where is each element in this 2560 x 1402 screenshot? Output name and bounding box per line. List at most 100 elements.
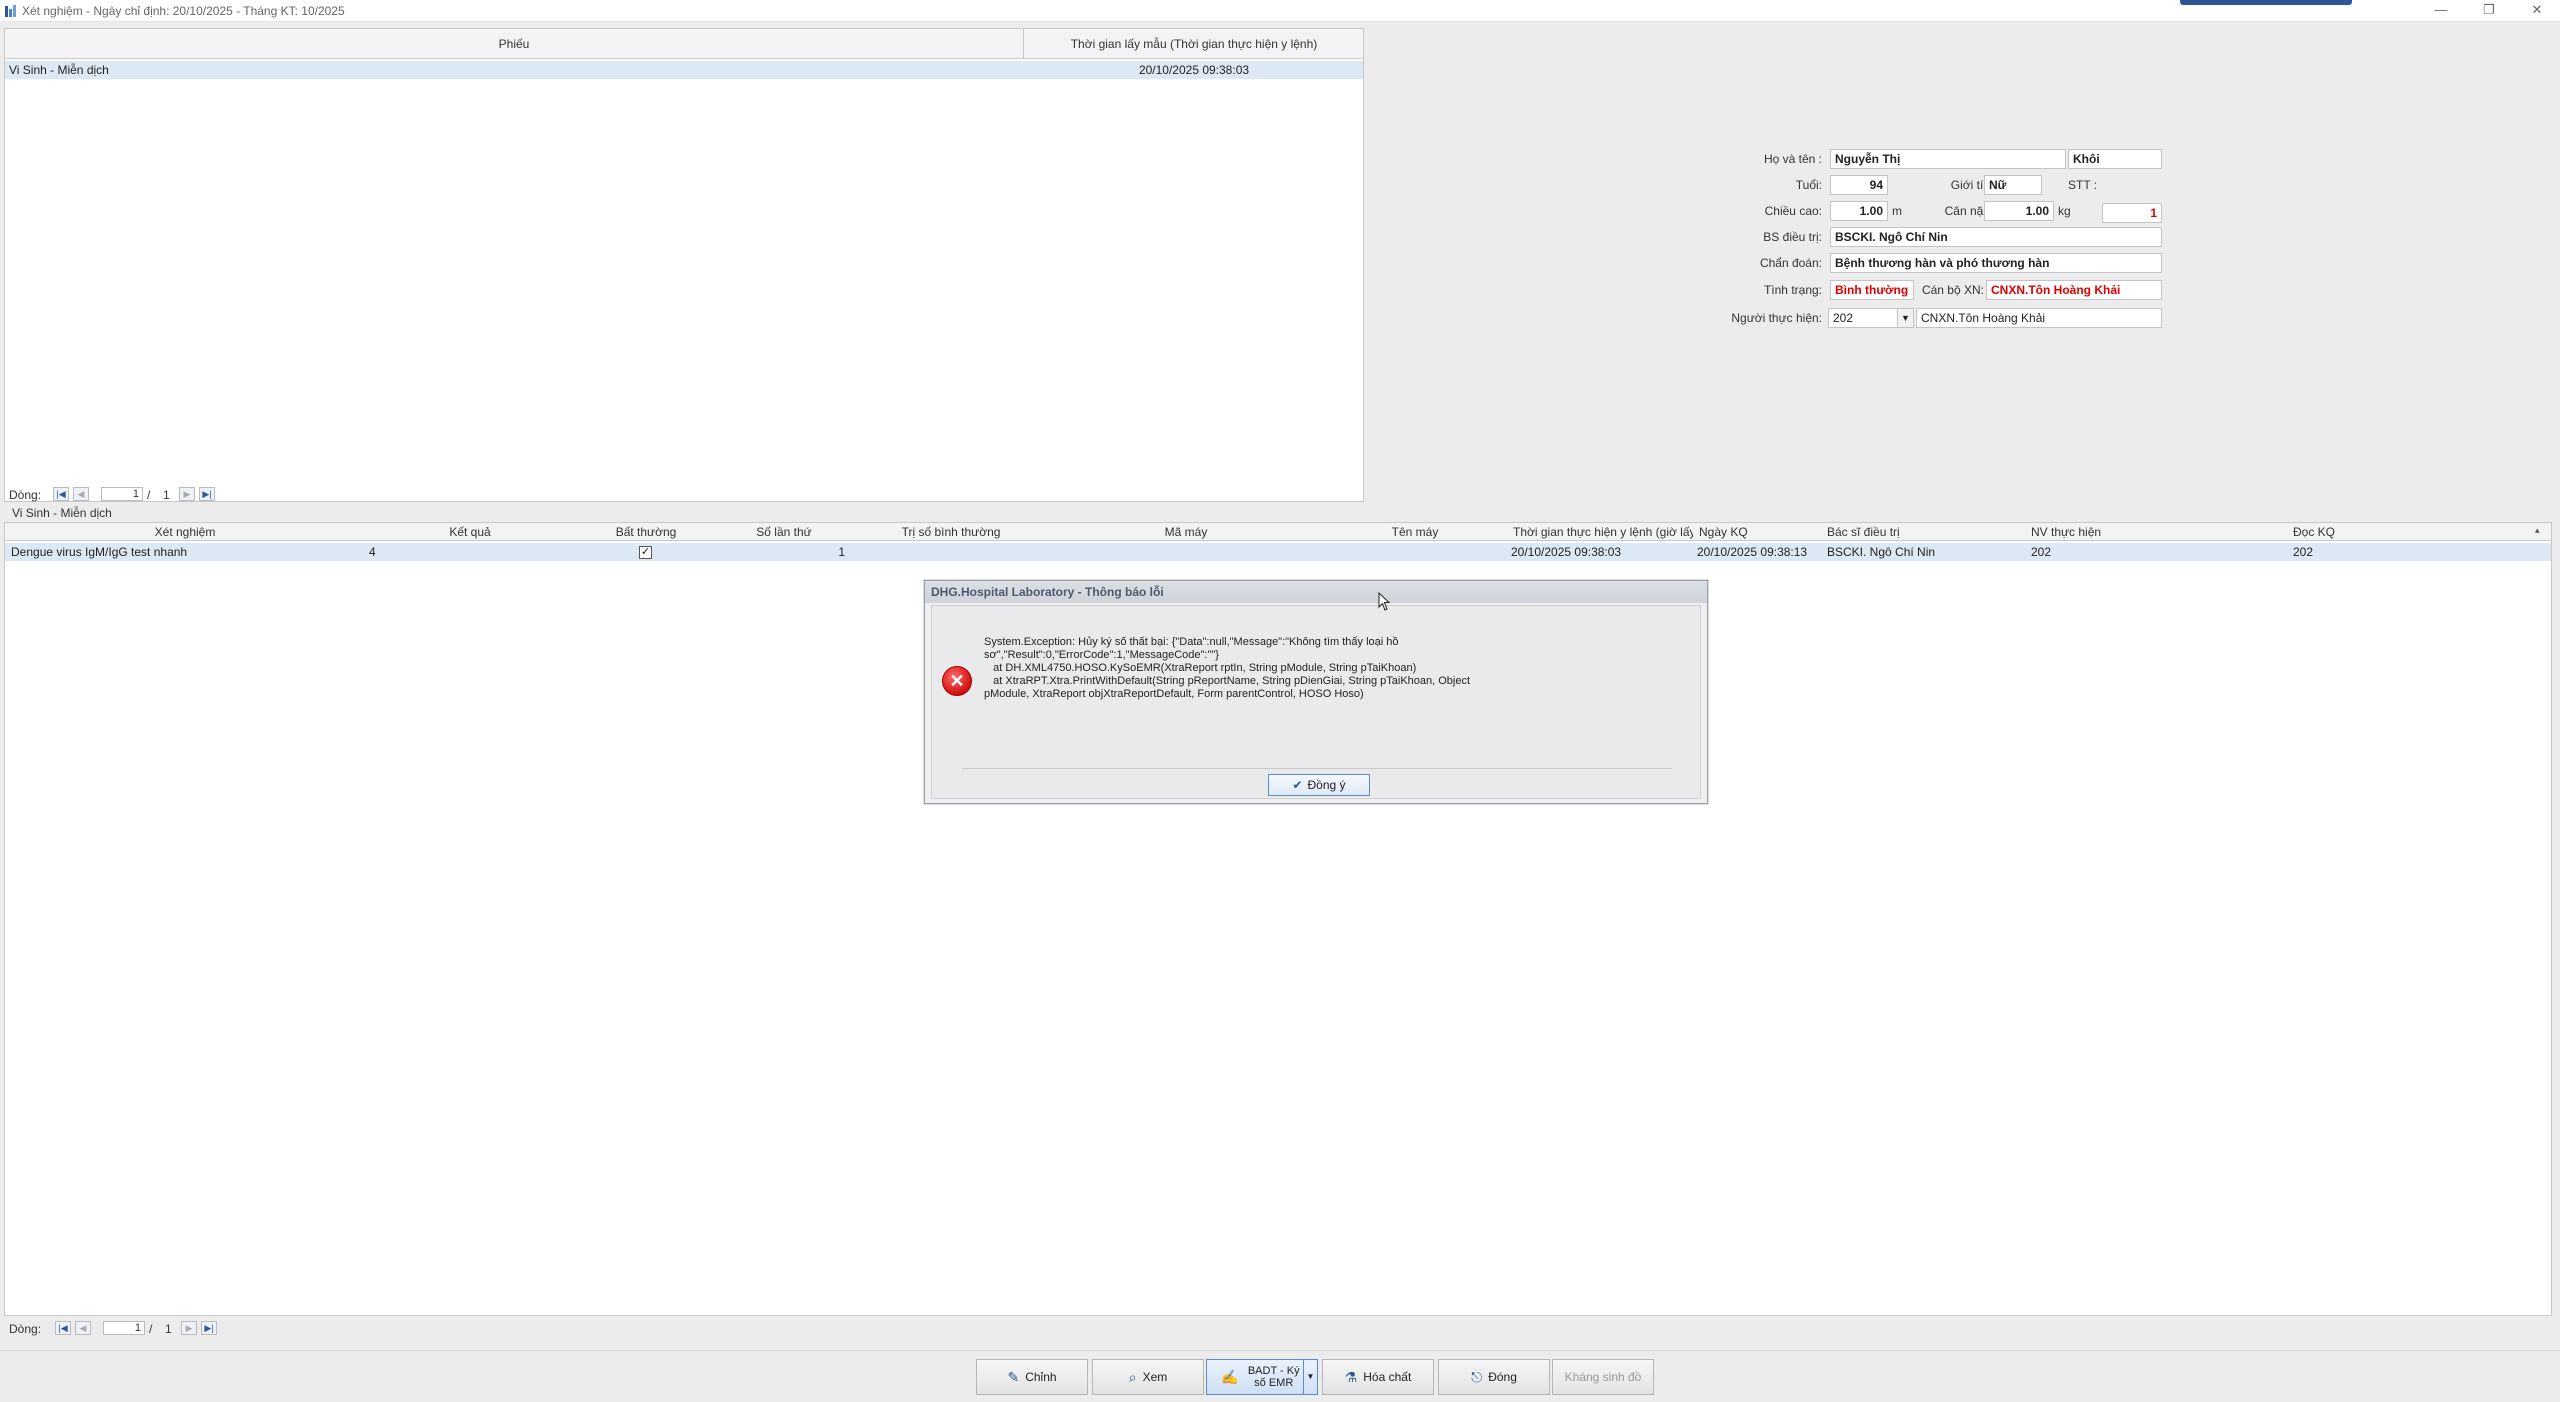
nav-total: 1 <box>163 488 170 502</box>
height-label: Chiều cao: <box>1764 204 1822 218</box>
edit-button[interactable]: ✎ Chỉnh <box>976 1359 1088 1395</box>
error-dialog: DHG.Hospital Laboratory - Thông báo lỗi … <box>924 580 1708 804</box>
height-field: 1.00 <box>1830 201 1888 221</box>
view-icon: ⌕ <box>1128 1368 1137 1385</box>
chevron-down-icon[interactable]: ▼ <box>1897 309 1913 327</box>
gender-field: Nữ <box>1984 175 2042 195</box>
name-label: Họ và tên : <box>1763 152 1822 166</box>
column-header-order-time[interactable]: Thời gian thực hiện y lệnh (giờ lấy ... <box>1513 525 1693 539</box>
column-header-abnormal[interactable]: Bất thường <box>575 525 717 539</box>
name-first-field: Nguyễn Thị <box>1830 149 2066 169</box>
window-title: Xét nghiệm - Ngày chỉ định: 20/10/2025 -… <box>22 4 345 18</box>
grid-header: Phiếu Thời gian lấy mẫu (Thời gian thực … <box>5 29 1363 59</box>
chemicals-label: Hóa chất <box>1363 1370 1412 1384</box>
table-row[interactable]: Dengue virus IgM/IgG test nhanh 4 ✓ 1 20… <box>5 543 2551 561</box>
prev-page-icon[interactable]: ◀ <box>75 1321 91 1335</box>
row-reader: 202 <box>2293 545 2314 559</box>
next-page-icon[interactable]: ▶ <box>179 487 195 501</box>
first-page-icon[interactable]: |◀ <box>55 1321 71 1335</box>
row-doctor: BSCKI. Ngô Chí Nin <box>1827 545 1936 559</box>
height-unit: m <box>1892 204 1902 218</box>
dialog-title[interactable]: DHG.Hospital Laboratory - Thông báo lỗi <box>925 581 1707 603</box>
row-count: 1 <box>838 545 845 559</box>
taskbar-highlight <box>2180 0 2352 5</box>
column-header-machine-code[interactable]: Mã máy <box>1051 525 1321 539</box>
column-header-test[interactable]: Xét nghiệm <box>5 525 365 539</box>
age-field: 94 <box>1830 175 1888 195</box>
diagnosis-label: Chẩn đoán: <box>1759 256 1822 270</box>
sign-label: BADT - Ký số EMR <box>1247 1365 1300 1389</box>
top-grid-navigator: Dòng: |◀ ◀ 1 / 1 ▶ ▶| <box>9 485 409 505</box>
edit-label: Chỉnh <box>1025 1370 1057 1384</box>
stt-field: 1 <box>2102 203 2162 223</box>
dialog-separator <box>962 768 1672 769</box>
chemicals-button[interactable]: ⚗ Hóa chất <box>1322 1359 1434 1395</box>
column-header-machine-name[interactable]: Tên máy <box>1321 525 1509 539</box>
title-bar: Xét nghiệm - Ngày chỉ định: 20/10/2025 -… <box>0 0 2560 22</box>
action-toolbar: ✎ Chỉnh ⌕ Xem ✍ BADT - Ký số EMR ▼ ⚗ Hóa… <box>0 1350 2560 1402</box>
column-header-count[interactable]: Số lần thứ <box>717 525 851 539</box>
nav-sep: / <box>149 1322 153 1336</box>
last-page-icon[interactable]: ▶| <box>199 487 215 501</box>
section-label: Vi Sinh - Miễn dịch <box>12 506 112 520</box>
doctor-field: BSCKI. Ngô Chí Nin <box>1830 227 2162 247</box>
column-header-phieu[interactable]: Phiếu <box>5 37 1023 51</box>
row-result-date: 20/10/2025 09:38:13 <box>1697 545 1808 559</box>
ok-label: Đồng ý <box>1307 778 1346 792</box>
nav-label: Dòng: <box>9 1322 42 1336</box>
age-label: Tuổi: <box>1795 178 1822 192</box>
row-staff: 202 <box>2031 545 2052 559</box>
staff-label: Cán bộ XN: <box>1921 283 1984 297</box>
performer-label: Người thực hiện: <box>1731 311 1822 325</box>
close-window-button[interactable]: ✕ <box>2514 0 2560 22</box>
close-label: Đóng <box>1488 1370 1517 1384</box>
weight-field: 1.00 <box>1984 201 2054 221</box>
error-message: System.Exception: Hủy ký số thất bại: {"… <box>984 636 1471 700</box>
mouse-cursor-icon <box>1378 592 1391 611</box>
column-header-result-date[interactable]: Ngày KQ <box>1699 525 1829 539</box>
diagnosis-field: Bệnh thương hàn và phó thương hàn <box>1830 253 2162 273</box>
page-input[interactable]: 1 <box>103 1321 145 1335</box>
column-header-normal-range[interactable]: Trị số bình thường <box>851 525 1051 539</box>
row-result[interactable]: 4 <box>369 545 569 559</box>
restore-button[interactable]: ❐ <box>2466 0 2512 22</box>
performer-select[interactable]: 202 ▼ <box>1828 308 1914 328</box>
close-button[interactable]: ⎋ Đóng <box>1438 1359 1550 1395</box>
column-header-sample-time[interactable]: Thời gian lấy mẫu (Thời gian thực hiện y… <box>1025 37 1363 51</box>
staff-field: CNXN.Tôn Hoàng Khải <box>1986 280 2162 300</box>
row-sample-time: 20/10/2025 09:38:03 <box>1138 63 1250 77</box>
antibiogram-label: Kháng sinh đồ <box>1564 1370 1642 1384</box>
nav-total: 1 <box>165 1322 172 1336</box>
results-grid-header: Xét nghiệm Kết quả Bất thường Số lần thứ… <box>5 523 2551 541</box>
minimize-button[interactable]: — <box>2418 0 2464 22</box>
flask-icon: ⚗ <box>1344 1368 1358 1385</box>
view-button[interactable]: ⌕ Xem <box>1092 1359 1204 1395</box>
column-header-result[interactable]: Kết quả <box>365 525 575 539</box>
column-header-doctor[interactable]: Bác sĩ điều trị <box>1827 525 2027 539</box>
name-last-field: Khôi <box>2068 149 2162 169</box>
status-field: Bình thường <box>1830 280 1914 300</box>
weight-unit: kg <box>2058 204 2071 218</box>
column-header-reader[interactable]: Đọc KQ <box>2293 525 2493 539</box>
next-page-icon[interactable]: ▶ <box>181 1321 197 1335</box>
status-label: Tình trạng: <box>1763 283 1822 297</box>
sign-icon: ✍ <box>1221 1368 1239 1385</box>
ok-button[interactable]: ✔ Đồng ý <box>1268 774 1370 796</box>
abnormal-checkbox[interactable]: ✓ <box>639 546 652 559</box>
specimen-grid: Phiếu Thời gian lấy mẫu (Thời gian thực … <box>4 28 1364 502</box>
sign-emr-button[interactable]: ✍ BADT - Ký số EMR ▼ <box>1206 1359 1318 1395</box>
antibiogram-button[interactable]: Kháng sinh đồ <box>1552 1359 1654 1395</box>
sort-icon[interactable]: ▴ <box>2535 525 2540 536</box>
doctor-label: BS điều trị: <box>1763 230 1822 244</box>
performer-code: 202 <box>1833 311 1854 325</box>
column-divider <box>1023 29 1024 59</box>
bottom-grid-navigator: Dòng: |◀ ◀ 1 / 1 ▶ ▶| <box>9 1319 409 1339</box>
app-icon <box>5 5 16 17</box>
chevron-down-icon[interactable]: ▼ <box>1303 1360 1317 1394</box>
first-page-icon[interactable]: |◀ <box>53 487 69 501</box>
last-page-icon[interactable]: ▶| <box>201 1321 217 1335</box>
table-row[interactable]: Vi Sinh - Miễn dịch 20/10/2025 09:38:03 <box>5 61 1363 79</box>
page-input[interactable]: 1 <box>101 487 143 501</box>
column-header-staff[interactable]: NV thực hiện <box>2031 525 2291 539</box>
prev-page-icon[interactable]: ◀ <box>73 487 89 501</box>
